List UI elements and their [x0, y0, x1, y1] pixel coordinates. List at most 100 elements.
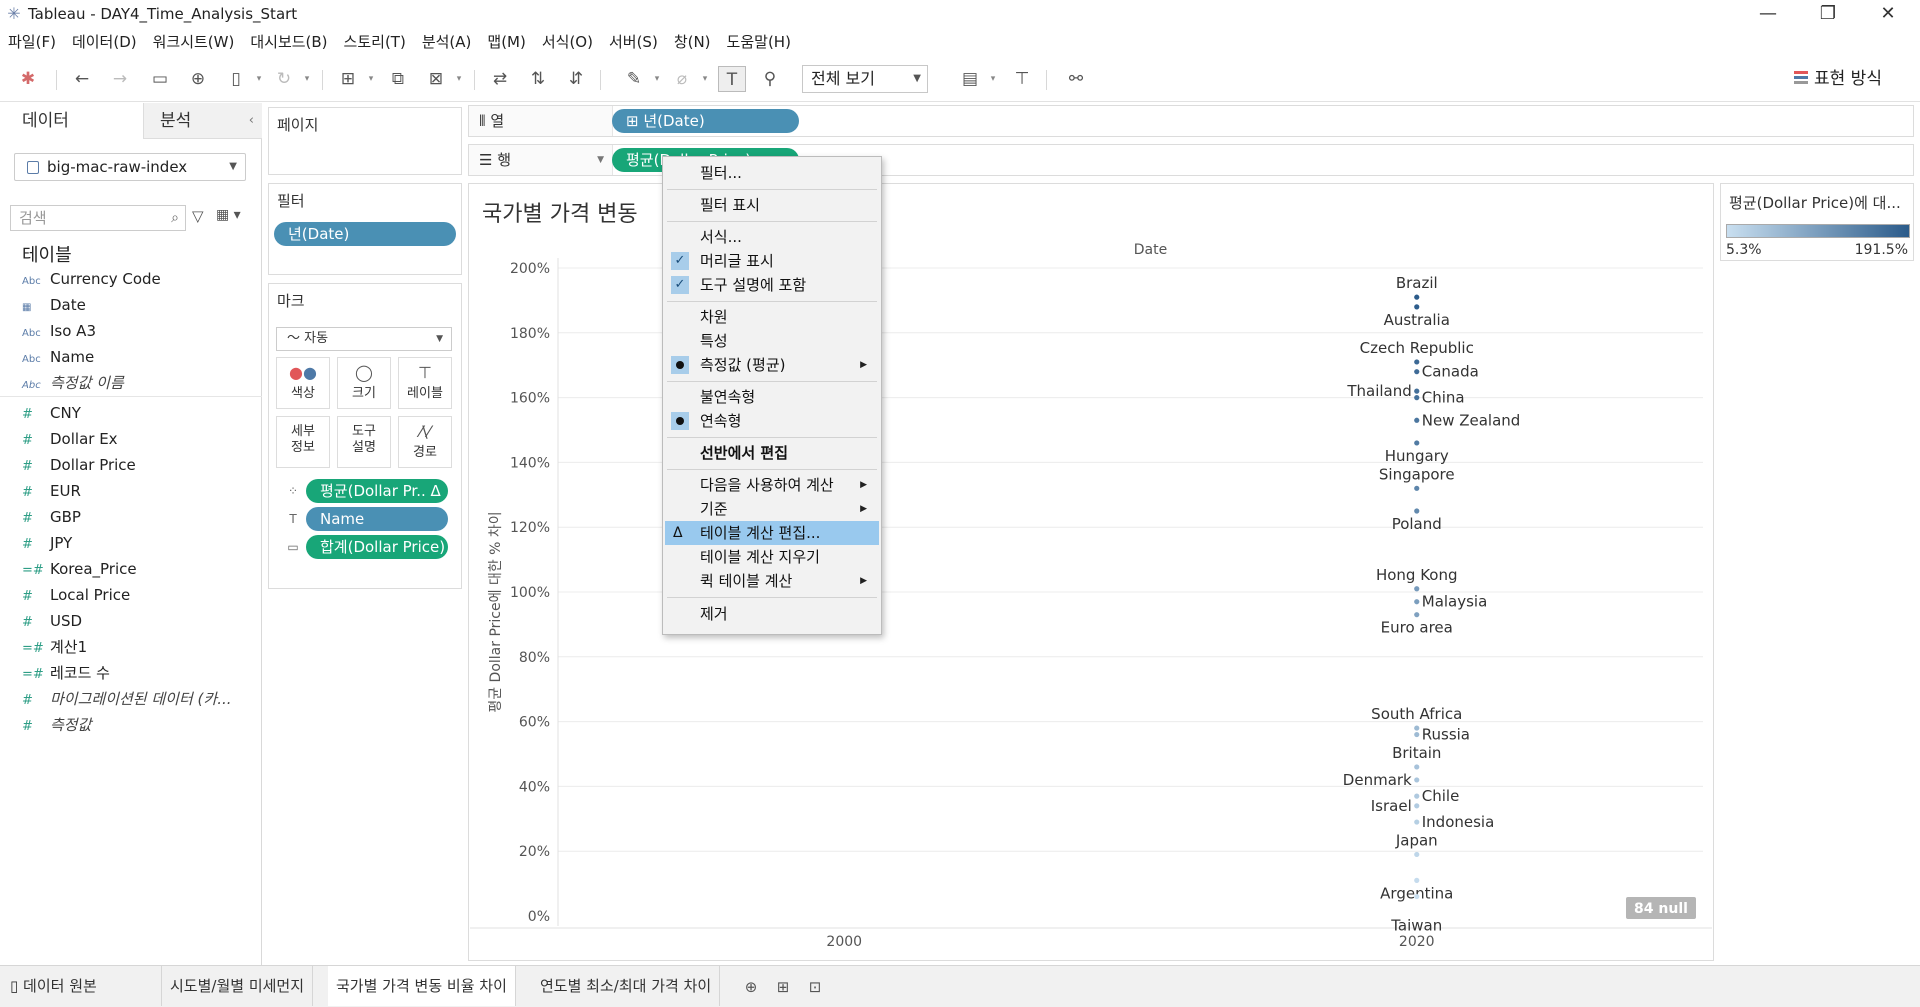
tab-sheet-price-change[interactable]: 국가별 가격 변동 비율 차이 [328, 966, 516, 1006]
menu-data[interactable]: 데이터(D) [72, 31, 137, 52]
field-record-count[interactable]: =# 레코드 수 [22, 661, 110, 685]
field-dollar-price[interactable]: # Dollar Price [22, 453, 136, 477]
field-measure-names[interactable]: Abc 측정값 이름 [22, 371, 124, 395]
detail-button[interactable]: 세부 정보 [276, 416, 330, 468]
marks-pill-name[interactable]: Name [306, 507, 448, 531]
menu-worksheet[interactable]: 워크시트(W) [153, 31, 235, 52]
menu-server[interactable]: 서버(S) [609, 31, 658, 52]
field-search-input[interactable]: 검색 ⌕ [10, 205, 186, 231]
color-button[interactable]: ●● 색상 [276, 357, 330, 409]
mark-type-dropdown[interactable]: 〜 자동 ▼ [276, 327, 452, 351]
data-point[interactable] [1414, 893, 1420, 900]
data-point[interactable] [1414, 793, 1420, 799]
data-point[interactable] [1414, 294, 1420, 300]
tab-datasource[interactable]: ▯ 데이터 원본 [0, 966, 162, 1006]
menu-item-compute-using[interactable]: 다음을 사용하여 계산 ▶ [665, 473, 879, 497]
menu-item-relative-to[interactable]: 기준 ▶ [665, 497, 879, 521]
tab-analysis[interactable]: 분석 ‹ [143, 103, 262, 139]
filter-pill-year-date[interactable]: 년(Date) [274, 222, 456, 246]
menu-item-show-filter[interactable]: 필터 표시 [665, 193, 879, 217]
data-point[interactable] [1414, 877, 1420, 883]
data-point[interactable] [1414, 417, 1420, 423]
menu-item-continuous[interactable]: 연속형 [665, 409, 879, 433]
data-point[interactable] [1414, 304, 1420, 310]
data-point[interactable] [1414, 612, 1420, 618]
field-date[interactable]: ▦ Date [22, 293, 86, 317]
field-currency-code[interactable]: Abc Currency Code [22, 267, 161, 291]
menu-item-include-in-tooltip[interactable]: ✓ 도구 설명에 포함 [665, 273, 879, 297]
menu-item-dimension[interactable]: 차원 [665, 305, 879, 329]
swap-axes-icon[interactable]: ⇄ [486, 66, 514, 92]
label-button[interactable]: ⊤ 레이블 [398, 357, 452, 409]
new-worksheet-icon[interactable]: ⊞ [334, 66, 362, 92]
field-gbp[interactable]: # GBP [22, 505, 81, 529]
data-point[interactable] [1414, 369, 1420, 375]
menu-analysis[interactable]: 분석(A) [422, 31, 472, 52]
field-eur[interactable]: # EUR [22, 479, 81, 503]
presentation-mode-icon[interactable]: ⊤ [1008, 66, 1036, 92]
menu-item-edit-table-calculation[interactable]: Δ 테이블 계산 편집... [665, 521, 879, 545]
menu-story[interactable]: 스토리(T) [344, 31, 406, 52]
field-name[interactable]: Abc Name [22, 345, 94, 369]
menu-item-clear-table-calculation[interactable]: 테이블 계산 지우기 [665, 545, 879, 569]
tooltip-button[interactable]: 도구 설명 [337, 416, 391, 468]
filter-fields-icon[interactable]: ▽ [192, 207, 204, 225]
fit-dropdown[interactable]: 전체 보기 ▼ [802, 65, 928, 93]
menu-help[interactable]: 도움말(H) [727, 31, 791, 52]
menu-item-discrete[interactable]: 불연속형 [665, 385, 879, 409]
refresh-icon[interactable]: ↻ [270, 66, 298, 92]
clear-sheet-icon[interactable]: ⊠ [422, 66, 450, 92]
data-point[interactable] [1414, 508, 1420, 514]
share-icon[interactable]: ⚯ [1062, 66, 1090, 92]
data-point[interactable] [1414, 586, 1420, 592]
field-dollar-ex[interactable]: # Dollar Ex [22, 427, 118, 451]
data-point[interactable] [1414, 485, 1420, 491]
marks-pill-avg-dollar-price[interactable]: 평균(Dollar Pr.. Δ [306, 479, 448, 503]
close-button[interactable]: ✕ [1860, 0, 1916, 28]
show-mark-labels-icon[interactable]: T [718, 66, 746, 92]
data-point[interactable] [1414, 725, 1420, 731]
tab-data[interactable]: 데이터 [0, 103, 143, 139]
group-icon[interactable]: ⌀ [668, 66, 696, 92]
menu-item-filter[interactable]: 필터... [665, 161, 879, 185]
data-point[interactable] [1414, 388, 1420, 394]
field-iso-a3[interactable]: Abc Iso A3 [22, 319, 96, 343]
data-point[interactable] [1414, 359, 1420, 365]
field-calc1[interactable]: =# 계산1 [22, 635, 87, 659]
minimize-button[interactable]: — [1740, 0, 1796, 28]
save-icon[interactable]: ▭ [146, 66, 174, 92]
menu-item-format[interactable]: 서식... [665, 225, 879, 249]
sort-ascending-icon[interactable]: ⇅ [524, 66, 552, 92]
chart-marks[interactable]: Brazil Australia Czech Republic Canada Thail… [1343, 274, 1521, 934]
field-jpy[interactable]: # JPY [22, 531, 72, 555]
menu-item-quick-table-calculation[interactable]: 퀵 테이블 계산 ▶ [665, 569, 879, 593]
columns-pill-year-date[interactable]: ⊞ 년(Date) [612, 109, 799, 133]
sort-descending-icon[interactable]: ⇵ [562, 66, 590, 92]
size-button[interactable]: ◯ 크기 [337, 357, 391, 409]
fix-axes-icon[interactable]: ⚲ [756, 66, 784, 92]
menu-format[interactable]: 서식(O) [542, 31, 593, 52]
tab-sheet-min-max-price[interactable]: 연도별 최소/최대 가격 차이 [532, 966, 721, 1006]
data-point[interactable] [1414, 731, 1420, 738]
field-usd[interactable]: # USD [22, 609, 82, 633]
new-dashboard-tab-icon[interactable]: ⊞ [772, 976, 794, 998]
null-indicator[interactable]: 84 null [1626, 897, 1696, 919]
data-point[interactable] [1414, 395, 1420, 401]
show-me-button[interactable]: 표현 방식 [1794, 66, 1882, 92]
data-point[interactable] [1414, 599, 1420, 605]
field-korea-price[interactable]: =# Korea_Price [22, 557, 137, 581]
view-options-icon[interactable]: ▦ ▾ [216, 207, 241, 223]
tab-sheet-fine-dust[interactable]: 시도별/월별 미세먼지 [162, 966, 314, 1006]
pages-card[interactable]: 페이지 [268, 107, 462, 175]
restore-button[interactable]: ❐ [1800, 0, 1856, 28]
new-story-tab-icon[interactable]: ⊡ [804, 976, 826, 998]
data-point[interactable] [1414, 764, 1420, 770]
redo-icon[interactable]: → [106, 66, 134, 92]
cards-icon[interactable]: ▤ [956, 66, 984, 92]
color-legend[interactable]: 평균(Dollar Price)에 대... 5.3% 191.5% [1720, 183, 1914, 261]
pause-updates-icon[interactable]: ▯ [222, 66, 250, 92]
field-cny[interactable]: # CNY [22, 401, 81, 425]
tableau-home-icon[interactable]: ✱ [14, 66, 42, 92]
data-point[interactable] [1414, 803, 1420, 809]
data-point[interactable] [1414, 819, 1420, 825]
